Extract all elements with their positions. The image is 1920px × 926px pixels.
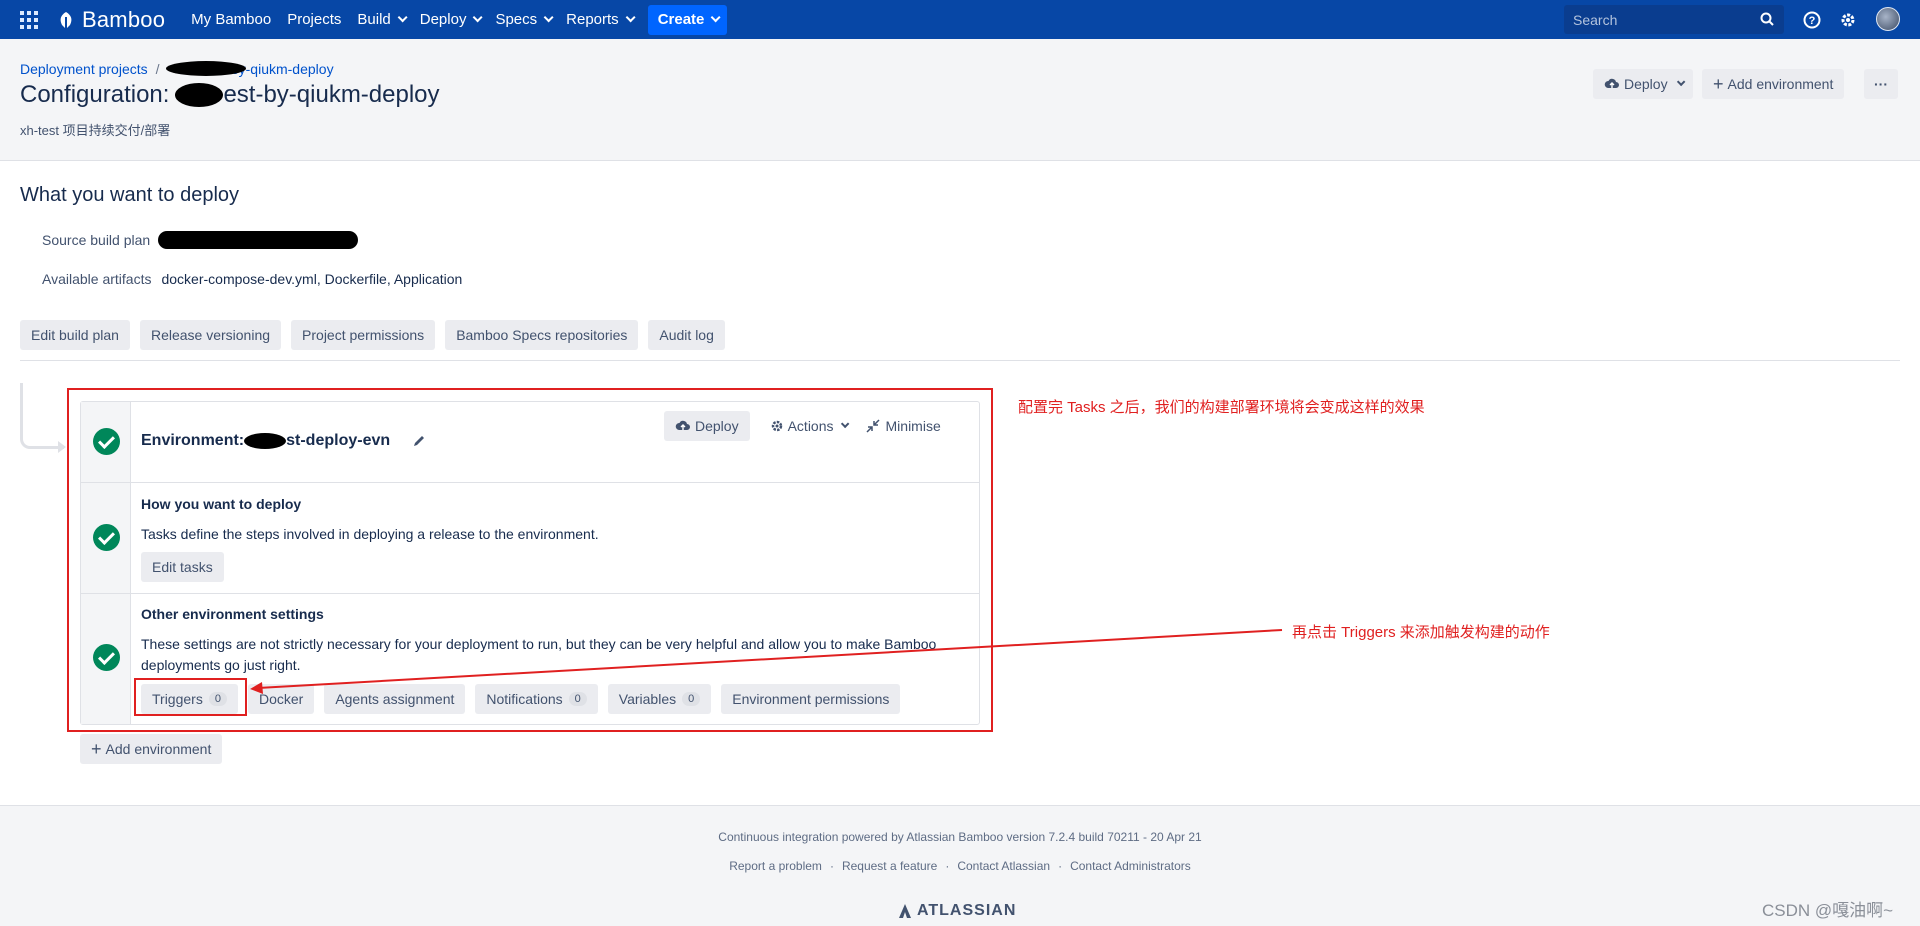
- connector-arrow: [58, 441, 66, 453]
- chevron-down-icon: [625, 12, 636, 23]
- footer: Continuous integration powered by Atlass…: [0, 805, 1920, 926]
- deploy-button[interactable]: Deploy: [1593, 69, 1693, 99]
- bamboo-logo[interactable]: Bamboo: [56, 7, 165, 33]
- create-button[interactable]: Create: [647, 4, 728, 35]
- svg-text:?: ?: [1809, 15, 1816, 27]
- source-build-plan-row: Source build plan: [42, 231, 359, 249]
- nav-projects[interactable]: Projects: [279, 0, 349, 39]
- plus-icon: +: [91, 738, 102, 759]
- watermark: CSDN @嘎油啊~: [1762, 901, 1894, 920]
- chevron-down-icon: [711, 12, 721, 23]
- chevron-down-icon: [543, 12, 554, 23]
- footer-link-contact-atlassian[interactable]: Contact Atlassian: [957, 859, 1050, 873]
- bamboo-specs-repositories-button[interactable]: Bamboo Specs repositories: [445, 320, 639, 350]
- breadcrumb-project[interactable]: est-by-qiukm-deploy: [165, 61, 334, 77]
- audit-log-button[interactable]: Audit log: [648, 320, 725, 350]
- plan-actions: Edit build plan Release versioning Proje…: [20, 320, 725, 350]
- atlassian-logo-icon: [899, 904, 911, 918]
- app-switcher-icon[interactable]: [20, 10, 38, 29]
- gear-icon[interactable]: [1838, 10, 1858, 30]
- chevron-down-icon: [473, 12, 484, 23]
- help-icon[interactable]: ?: [1802, 10, 1822, 30]
- nav-build[interactable]: Build: [349, 0, 411, 39]
- annotation-note-tasks: 配置完 Tasks 之后，我们的构建部署环境将会变成这样的效果: [1018, 399, 1425, 416]
- footer-link-request-feature[interactable]: Request a feature: [842, 859, 937, 873]
- user-avatar[interactable]: [1876, 7, 1900, 31]
- breadcrumb-deployment-projects[interactable]: Deployment projects: [20, 61, 148, 77]
- section-title: What you want to deploy: [20, 184, 240, 206]
- more-actions-button[interactable]: ···: [1864, 69, 1898, 99]
- page-title: Configuration: est-by-qiukm-deploy: [20, 81, 440, 108]
- header-deploy-button-wrap: Deploy: [1593, 69, 1693, 99]
- redaction-mark: [175, 83, 224, 107]
- add-environment-bottom-button[interactable]: + Add environment: [80, 734, 223, 764]
- nav-my-bamboo[interactable]: My Bamboo: [183, 0, 279, 39]
- redaction-mark: [158, 231, 359, 249]
- bamboo-logo-icon: [60, 11, 72, 29]
- nav-reports[interactable]: Reports: [558, 0, 640, 39]
- footer-link-report-problem[interactable]: Report a problem: [729, 859, 822, 873]
- chevron-down-icon: [1676, 77, 1685, 87]
- page-subtitle: xh-test 项目持续交付/部署: [20, 123, 171, 138]
- annotation-box-triggers: [134, 678, 247, 716]
- breadcrumb: Deployment projects / est-by-qiukm-deplo…: [20, 61, 334, 77]
- available-artifacts-value: docker-compose-dev.yml, Dockerfile, Appl…: [161, 271, 463, 287]
- app-name: Bamboo: [82, 6, 166, 32]
- chevron-down-icon: [397, 12, 408, 23]
- cloud-upload-icon: [1604, 78, 1619, 88]
- divider: [20, 360, 1900, 361]
- footer-powered-by: Continuous integration powered by Atlass…: [718, 830, 1202, 844]
- release-versioning-button[interactable]: Release versioning: [139, 320, 282, 350]
- available-artifacts-row: Available artifacts docker-compose-dev.y…: [42, 271, 463, 287]
- nav-deploy[interactable]: Deploy: [412, 0, 488, 39]
- search-input[interactable]: Search: [1564, 5, 1784, 34]
- plus-icon: +: [1713, 73, 1724, 94]
- add-environment-button[interactable]: + Add environment: [1702, 69, 1845, 99]
- atlassian-logo[interactable]: ATLASSIAN: [897, 902, 1016, 920]
- environment-connector: [20, 383, 64, 449]
- nav-specs[interactable]: Specs: [487, 0, 558, 39]
- footer-links: Report a problem · Request a feature · Con…: [729, 859, 1191, 873]
- top-navigation: Bamboo My Bamboo Projects Build Deploy S…: [0, 0, 1920, 39]
- page-header: Deployment projects / est-by-qiukm-deplo…: [0, 39, 1920, 161]
- footer-link-contact-administrators[interactable]: Contact Administrators: [1070, 859, 1191, 873]
- edit-build-plan-button[interactable]: Edit build plan: [20, 320, 130, 350]
- project-permissions-button[interactable]: Project permissions: [291, 320, 436, 350]
- annotation-note-triggers: 再点击 Triggers 来添加触发构建的动作: [1292, 624, 1550, 641]
- search-icon[interactable]: [1760, 12, 1774, 26]
- redaction-mark: [165, 61, 246, 76]
